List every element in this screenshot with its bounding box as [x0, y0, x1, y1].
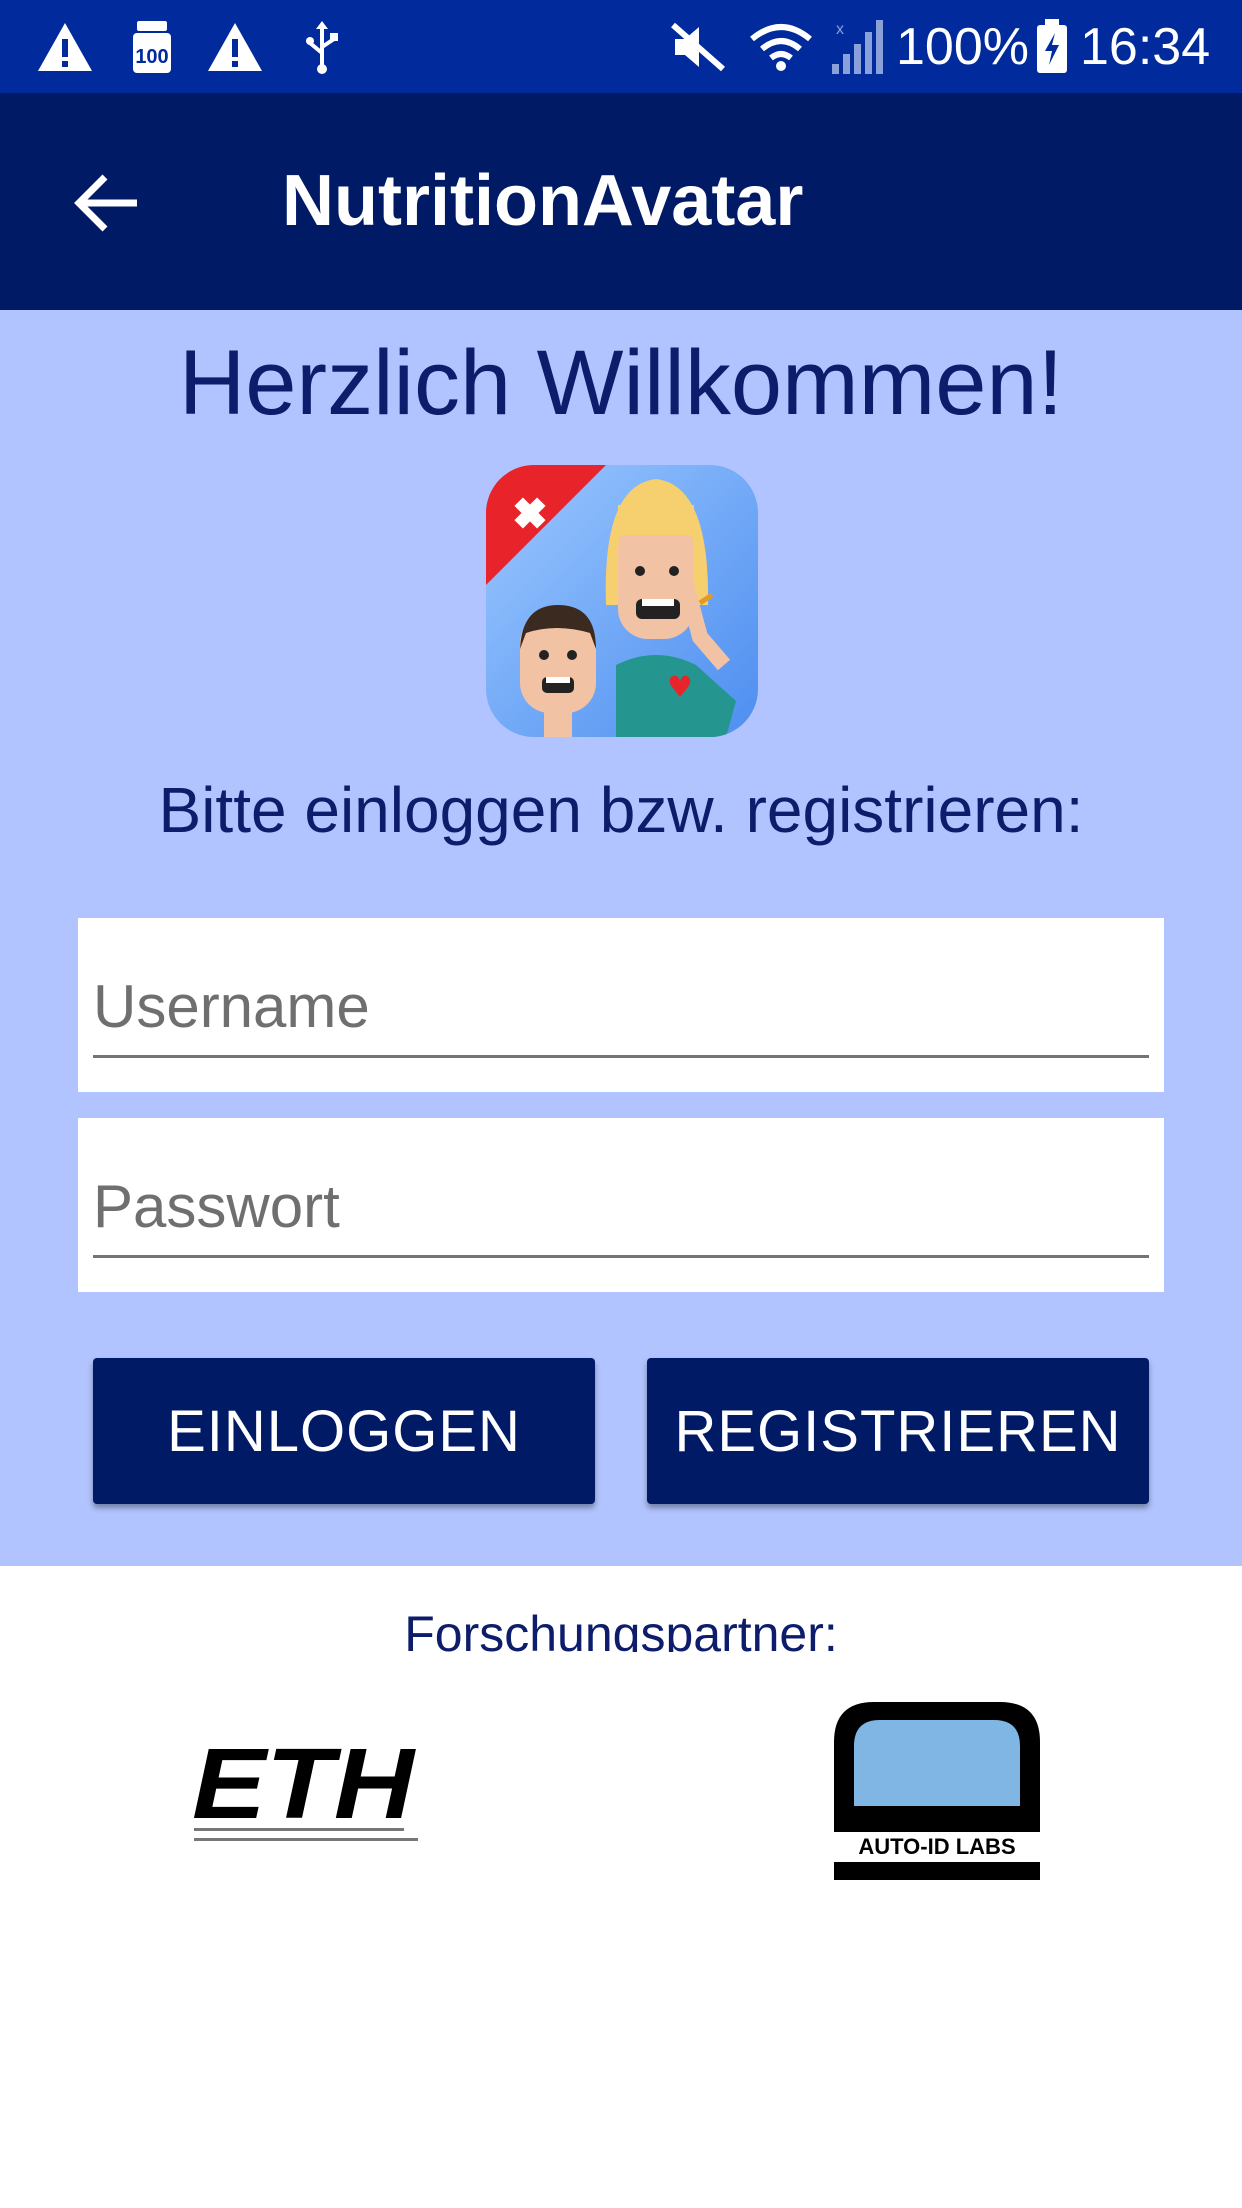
welcome-heading: Herzlich Willkommen! — [178, 332, 1064, 434]
wifi-icon — [750, 18, 812, 76]
mute-icon — [668, 18, 728, 76]
hundred-badge-icon: 100 — [128, 18, 176, 76]
warning-icon — [36, 18, 94, 76]
login-panel: Herzlich Willkommen! Bitte einloggen bzw… — [0, 310, 1242, 1566]
eth-logo: ETH — [190, 1728, 420, 1850]
app-bar: NutritionAvatar — [0, 93, 1242, 310]
register-button[interactable]: REGISTRIEREN — [647, 1358, 1149, 1504]
clock: 16:34 — [1080, 18, 1211, 76]
arrow-back-icon — [74, 174, 137, 232]
battery-percent: 100% — [896, 18, 1029, 76]
warning-icon — [206, 18, 264, 76]
status-bar: 100 x 100% 16:34 — [0, 0, 1242, 93]
password-field-container — [78, 1118, 1164, 1292]
username-field-container — [78, 918, 1164, 1092]
battery-charging-icon — [1034, 18, 1070, 76]
partners-label: Forschungspartner: — [404, 1606, 838, 1652]
eth-logo-text: ETH — [192, 1738, 416, 1840]
autoid-logo-text: AUTO-ID LABS — [858, 1834, 1015, 1859]
svg-text:x: x — [836, 21, 844, 38]
app-title: NutritionAvatar — [282, 161, 804, 241]
login-subtitle: Bitte einloggen bzw. registrieren: — [158, 774, 1084, 846]
password-input[interactable] — [93, 1158, 1149, 1258]
back-button[interactable] — [56, 153, 156, 253]
signal-icon: x — [830, 18, 884, 76]
app-avatar-icon — [486, 465, 758, 737]
username-input[interactable] — [93, 958, 1149, 1058]
usb-icon — [302, 18, 342, 76]
svg-text:100: 100 — [135, 46, 168, 68]
login-button[interactable]: EINLOGGEN — [93, 1358, 595, 1504]
autoid-labs-logo: AUTO-ID LABS — [834, 1702, 1040, 1880]
